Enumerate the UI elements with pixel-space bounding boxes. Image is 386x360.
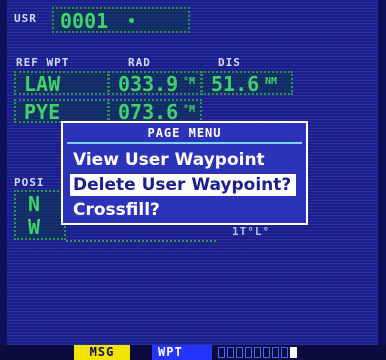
rad-unit-2: °M bbox=[183, 104, 196, 115]
rad-value-1: 033.9 bbox=[118, 72, 179, 96]
page-segment bbox=[227, 347, 234, 358]
left-rail bbox=[0, 0, 7, 360]
menu-item-crossfill[interactable]: Crossfill? bbox=[70, 199, 296, 221]
waypoint-id-field[interactable]: 0001 bbox=[52, 7, 190, 33]
lon-prefix: W bbox=[28, 215, 41, 239]
menu-item-delete-user-waypoint[interactable]: Delete User Waypoint? bbox=[70, 174, 296, 196]
dis-value-1: 51.6 bbox=[211, 72, 260, 96]
lat-prefix: N bbox=[28, 192, 41, 216]
page-menu-title: PAGE MENU bbox=[147, 126, 222, 140]
page-segment bbox=[218, 347, 225, 358]
rad-field-1[interactable]: 033.9 °M bbox=[108, 71, 202, 95]
dis-header: DIS bbox=[218, 56, 241, 69]
ref-wpt-field-1[interactable]: LAW bbox=[14, 71, 109, 95]
rad-header: RAD bbox=[128, 56, 151, 69]
page-menu-divider bbox=[67, 142, 302, 144]
dis-field-1[interactable]: 51.6 NM bbox=[201, 71, 293, 95]
menu-item-view-user-waypoint-list[interactable]: View User Waypoint List? bbox=[70, 149, 296, 192]
position-partial-text: 1T°L° bbox=[232, 225, 271, 238]
page-segment bbox=[290, 347, 297, 358]
rad-value-2: 073.6 bbox=[118, 100, 179, 124]
page-menu: PAGE MENU View User Waypoint List? Delet… bbox=[61, 121, 308, 225]
position-field-ext bbox=[66, 225, 216, 242]
ref-wpt-field-2[interactable]: PYE bbox=[14, 99, 109, 123]
waypoint-id-value: 0001 bbox=[60, 9, 109, 33]
position-label: POSI bbox=[14, 176, 45, 189]
page-segment bbox=[263, 347, 270, 358]
page-segment bbox=[281, 347, 288, 358]
page-segment bbox=[245, 347, 252, 358]
page-group-label: WPT bbox=[152, 345, 212, 360]
rad-unit-1: °M bbox=[183, 76, 196, 87]
page-segment bbox=[236, 347, 243, 358]
dot-icon bbox=[129, 18, 134, 23]
ref-wpt-value-2: PYE bbox=[24, 100, 61, 124]
right-rail bbox=[378, 0, 386, 360]
ref-wpt-header: REF WPT bbox=[16, 56, 70, 69]
page-segment bbox=[254, 347, 261, 358]
position-field[interactable]: N W bbox=[14, 190, 66, 240]
msg-annunciator[interactable]: MSG bbox=[74, 345, 130, 360]
page-segment bbox=[272, 347, 279, 358]
rad-field-2[interactable]: 073.6 °M bbox=[108, 99, 202, 123]
ref-wpt-value-1: LAW bbox=[24, 72, 61, 96]
dis-unit-1: NM bbox=[265, 76, 278, 87]
usr-label: USR bbox=[14, 12, 37, 25]
